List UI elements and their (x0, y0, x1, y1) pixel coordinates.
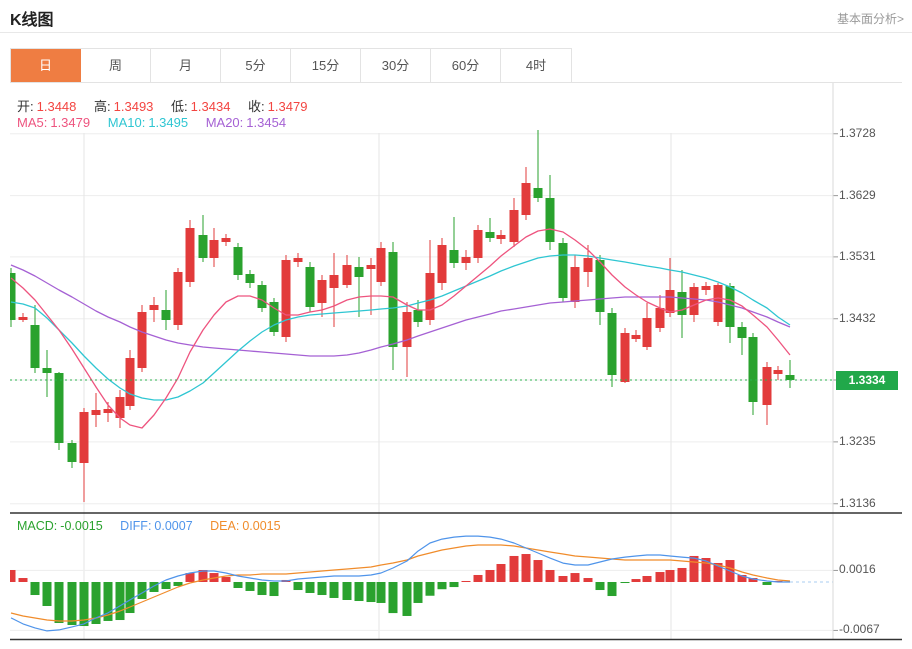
high-label: 高: (94, 99, 111, 114)
tab-5分[interactable]: 5分 (221, 49, 291, 82)
low-value: 1.3434 (190, 99, 231, 114)
dea-value: 0.0015 (242, 519, 281, 533)
diff-label: DIFF: (120, 519, 152, 533)
tab-周[interactable]: 周 (81, 49, 151, 82)
tab-4时[interactable]: 4时 (501, 49, 571, 82)
open-label: 开: (17, 99, 34, 114)
diff-value: 0.0007 (154, 519, 193, 533)
axis-tick-label: 1.3531 (839, 249, 876, 263)
axis-tick-label: 1.3728 (839, 126, 876, 140)
ma5-value: 1.3479 (50, 115, 91, 130)
ma10-value: 1.3495 (148, 115, 189, 130)
tab-15分[interactable]: 15分 (291, 49, 361, 82)
axis-tick-label: 1.3432 (839, 311, 876, 325)
ma5-label: MA5: (17, 115, 48, 130)
kline-page: K线图 基本面分析> 日周月 5分 15分 30分 60分 4时 开: 1.3448 高: 1… (0, 0, 912, 649)
macd-legend: MACD: -0.0015 DIFF: 0.0007 DEA: 0.0015 (17, 519, 284, 533)
dea-label: DEA: (210, 519, 240, 533)
page-title: K线图 (10, 12, 54, 29)
close-label: 收: (248, 99, 265, 114)
axis-tick-label: -0.0067 (839, 622, 880, 636)
axis-tick-label: 0.0016 (839, 562, 876, 576)
tab-30分[interactable]: 30分 (361, 49, 431, 82)
ma10-label: MA10: (107, 115, 146, 130)
period-tabs: 日周月 5分 15分 30分 60分 4时 (10, 48, 572, 83)
macd-value: -0.0015 (60, 519, 103, 533)
open-value: 1.3448 (36, 99, 77, 114)
tab-日[interactable]: 日 (11, 49, 81, 82)
high-value: 1.3493 (113, 99, 154, 114)
fundamental-analysis-link[interactable]: 基本面分析> (837, 10, 904, 27)
tab-月[interactable]: 月 (151, 49, 221, 82)
ma20-value: 1.3454 (246, 115, 287, 130)
current-price-tag: 1.3334 (836, 371, 898, 390)
axis-tick-label: 1.3629 (839, 188, 876, 202)
tab-60分[interactable]: 60分 (431, 49, 501, 82)
axis-tick-label: 1.3235 (839, 434, 876, 448)
header-divider (0, 32, 912, 33)
axis-tick-label: 1.3136 (839, 496, 876, 510)
low-label: 低: (171, 99, 188, 114)
macd-label: MACD: (17, 519, 58, 533)
close-value: 1.3479 (267, 99, 308, 114)
ohlc-legend: 开: 1.3448 高: 1.3493 低: 1.3434 收: 1.3479 (17, 96, 310, 115)
ma-legend: MA5: 1.3479 MA10: 1.3495 MA20: 1.3454 (17, 115, 289, 130)
kline-chart[interactable] (10, 83, 902, 641)
ma20-label: MA20: (205, 115, 244, 130)
